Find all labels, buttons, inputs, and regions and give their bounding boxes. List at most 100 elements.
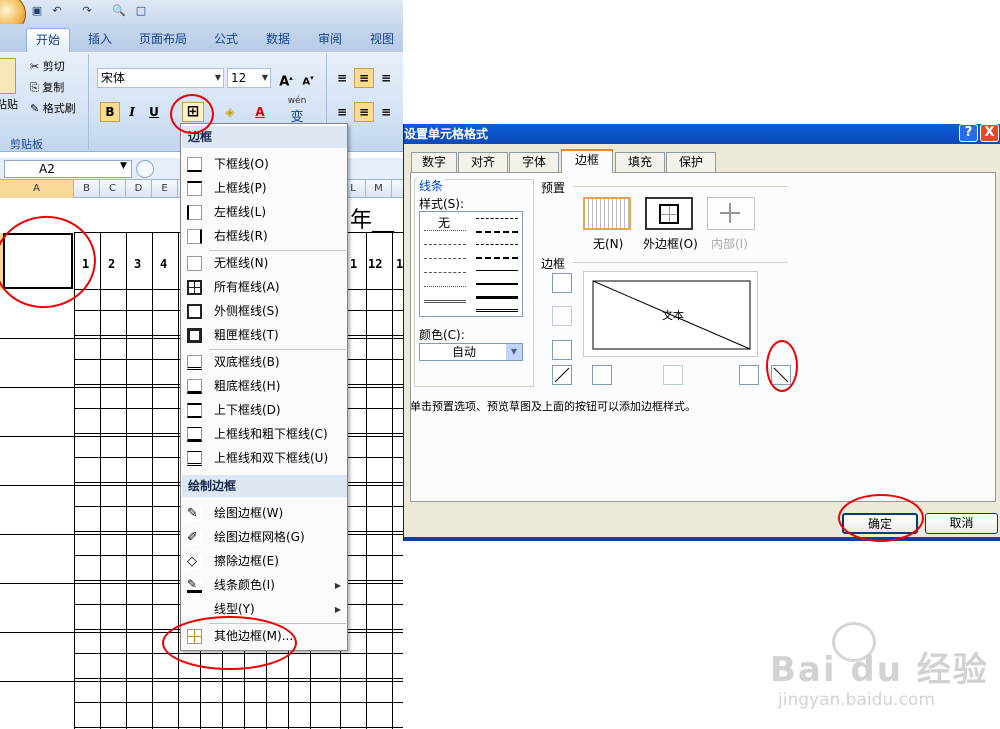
tab-protection[interactable]: 保护 [666,152,716,172]
menu-item-draw-border-grid[interactable]: ✐ 绘图边框网格(G) [182,526,347,549]
menu-item-no-border[interactable]: 无框线(N) [182,252,347,275]
tab-review[interactable]: 审阅 [310,28,350,52]
align-left-icon[interactable]: ≡ [332,102,352,122]
menu-section-draw-borders: 绘制边框 [182,475,347,497]
border-top-toggle[interactable] [552,273,572,293]
menu-item-all-borders[interactable]: 所有框线(A) [182,276,347,299]
name-box[interactable]: A2 [4,160,132,178]
fill-color-icon[interactable]: ◈ [220,102,240,122]
redo-icon[interactable]: ↷ [80,4,94,18]
preset-outline-button[interactable] [645,197,693,230]
annotation-circle [838,494,924,542]
tab-data[interactable]: 数据 [258,28,298,52]
menu-item-top-double-bottom-border[interactable]: 上框线和双下框线(U) [182,447,347,470]
tab-border[interactable]: 边框 [561,149,613,173]
border-preview[interactable]: 文本 [583,271,758,357]
close-button[interactable]: X [980,124,999,142]
tab-home[interactable]: 开始 [26,28,70,52]
bold-button[interactable]: B [100,102,120,122]
grid-pencil-icon: ✐ [187,530,202,545]
menu-item-thick-bottom-border[interactable]: 粗底框线(H) [182,375,347,398]
border-left-toggle[interactable] [592,365,612,385]
menu-item-erase-border[interactable]: ◇ 擦除边框(E) [182,550,347,573]
help-button[interactable]: ? [959,124,978,142]
annotation-circle [170,94,214,134]
menu-item-outside-borders[interactable]: 外侧框线(S) [182,300,347,323]
line-style-list[interactable]: 无 [419,211,523,317]
line-style-none[interactable]: 无 [438,214,450,231]
font-color-icon[interactable]: A [250,102,270,122]
cell-number: 1 [350,257,358,271]
italic-button[interactable]: I [122,102,142,122]
menu-item-right-border[interactable]: 右框线(R) [182,225,347,248]
paste-label[interactable]: 粘贴 [0,96,18,114]
no-border-icon [187,256,202,271]
line-style-sample [424,230,466,231]
format-cells-dialog: 设置单元格格式 ? X 数字 对齐 字体 边框 填充 保护 线条 样式(S): … [403,124,1000,541]
align-top-icon[interactable]: ≡ [332,68,352,88]
menu-item-thick-box-border[interactable]: 粗匣框线(T) [182,324,347,347]
align-right-icon[interactable]: ≡ [376,102,396,122]
grid-hline [74,727,403,728]
tab-number[interactable]: 数字 [411,152,457,172]
menu-item-top-bottom-border[interactable]: 上下框线(D) [182,399,347,422]
chevron-right-icon: ▶ [334,605,341,614]
menu-item-left-border[interactable]: 左框线(L) [182,201,347,224]
column-header-a[interactable]: A [0,180,74,198]
phonetic-button[interactable]: wén 变 [284,96,310,125]
tab-font[interactable]: 字体 [509,152,559,172]
tab-formulas[interactable]: 公式 [206,28,246,52]
menu-item-line-color[interactable]: ✎ 线条颜色(I) ▶ [182,574,347,597]
undo-icon[interactable]: ↶ [50,4,64,18]
cell-number: 12 [368,257,383,271]
align-center-icon[interactable]: ≡ [354,102,374,122]
print-preview-icon[interactable]: 🔍 [112,4,126,18]
menu-item-top-thick-bottom-border[interactable]: 上框线和粗下框线(C) [182,423,347,446]
new-icon[interactable]: □ [134,4,148,18]
cell-number: 4 [160,257,168,271]
border-inside-horizontal-toggle[interactable] [552,306,572,326]
tab-insert[interactable]: 插入 [80,28,120,52]
double-bottom-border-icon [187,355,202,370]
tab-page-layout[interactable]: 页面布局 [132,28,194,52]
save-icon[interactable]: ▣ [30,4,44,18]
format-painter-button[interactable]: ✎ 格式刷 [30,100,76,118]
preset-none-button[interactable] [583,197,631,230]
paste-icon[interactable] [0,58,16,94]
tab-fill[interactable]: 填充 [615,152,665,172]
menu-item-top-border[interactable]: 上框线(P) [182,177,347,200]
column-header-e[interactable]: E [152,180,178,198]
border-bottom-toggle[interactable] [552,340,572,360]
cancel-button[interactable]: 取消 [925,513,998,534]
tab-alignment[interactable]: 对齐 [458,152,508,172]
chevron-down-icon[interactable]: ▼ [120,161,127,171]
column-header-d[interactable]: D [126,180,152,198]
preset-inside-label: 内部(I) [711,237,748,251]
shrink-font-icon[interactable]: A▾ [298,68,318,88]
font-name-combo[interactable]: 宋体 ▼ [97,68,224,88]
grow-font-icon[interactable]: A▴ [276,68,296,89]
thick-box-border-icon [187,328,202,343]
copy-button[interactable]: ⎘ 复制 [30,79,64,97]
font-size-combo[interactable]: 12 ▼ [227,68,271,88]
cut-button[interactable]: ✂ 剪切 [30,58,65,76]
align-middle-icon[interactable]: ≡ [354,68,374,88]
diagonal-up-toggle[interactable] [552,365,572,385]
border-right-toggle[interactable] [739,365,759,385]
column-header-m[interactable]: M [366,180,392,198]
border-inside-vertical-toggle[interactable] [663,365,683,385]
function-wizard-icon[interactable] [136,160,154,178]
menu-item-double-bottom-border[interactable]: 双底框线(B) [182,351,347,374]
underline-button[interactable]: U [144,102,164,122]
color-select[interactable]: 自动 ▼ [419,343,523,361]
align-bottom-icon[interactable]: ≡ [376,68,396,88]
line-style-sample [476,309,518,312]
column-header-b[interactable]: B [74,180,100,198]
column-header-c[interactable]: C [100,180,126,198]
tab-view[interactable]: 视图 [362,28,402,52]
menu-item-bottom-border[interactable]: 下框线(O) [182,153,347,176]
preset-inside-button[interactable] [707,197,755,230]
menu-item-draw-border[interactable]: ✎ 绘图边框(W) [182,502,347,525]
grid-vline [126,232,127,729]
bottom-border-icon [187,157,202,172]
